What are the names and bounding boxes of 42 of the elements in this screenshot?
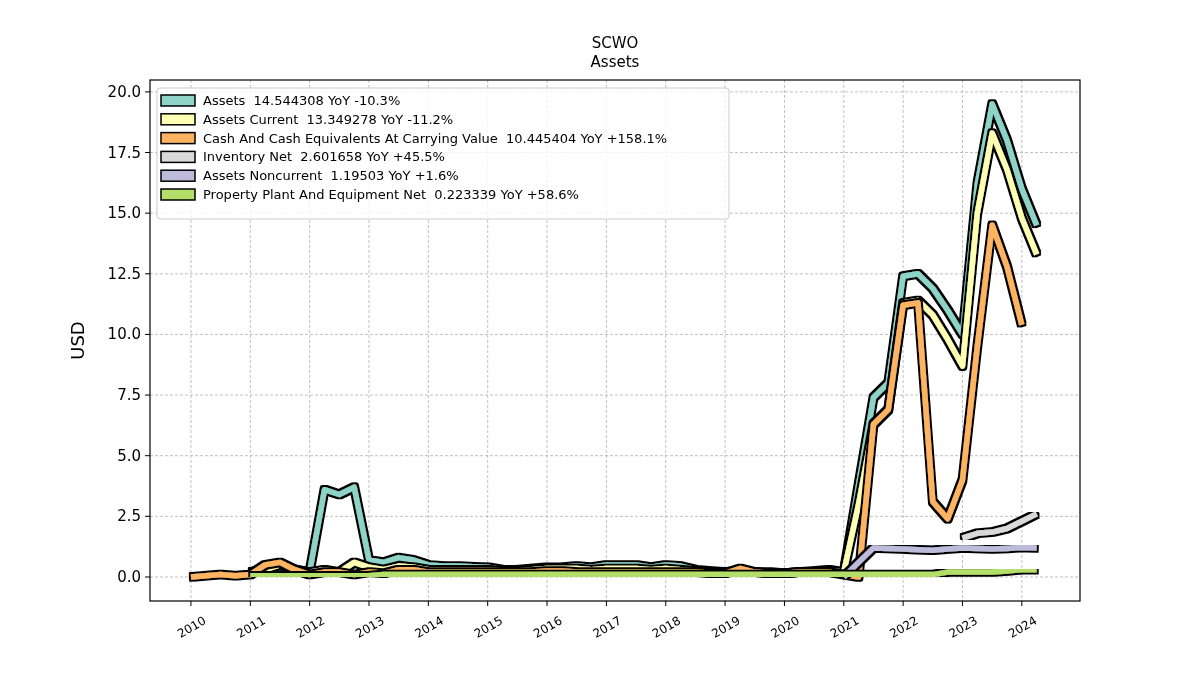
tick-mark xyxy=(144,333,151,335)
y-tick-label: 10.0 xyxy=(107,325,141,344)
tick-mark xyxy=(144,576,151,578)
y-tick-label: 12.5 xyxy=(107,264,141,283)
tick-mark xyxy=(962,600,963,607)
legend-label: Cash And Cash Equivalents At Carrying Value 10.445404 YoY +158.1% xyxy=(203,130,668,146)
y-tick-label: 7.5 xyxy=(117,386,141,405)
tick-mark xyxy=(724,600,726,607)
tick-mark xyxy=(249,600,251,607)
tick-mark xyxy=(309,600,311,607)
y-tick-label: 20.0 xyxy=(107,82,141,101)
tick-mark xyxy=(144,515,151,517)
tick-mark xyxy=(605,600,607,607)
tick-mark xyxy=(1021,600,1023,607)
legend-label: Assets 14.544308 YoY -10.3% xyxy=(203,93,401,108)
chart-title: SCWO xyxy=(591,34,639,52)
y-tick-label: 2.5 xyxy=(117,507,141,526)
tick-mark xyxy=(783,600,785,607)
tick-mark xyxy=(144,455,151,457)
chart-title: Assets xyxy=(590,53,640,71)
y-tick-label: 17.5 xyxy=(107,143,141,162)
y-tick-label: 15.0 xyxy=(107,204,141,223)
tick-mark xyxy=(665,600,667,607)
legend-label: Assets Current 13.349278 YoY -11.2% xyxy=(203,111,454,127)
legend-label: Inventory Net 2.601658 YoY +45.5% xyxy=(203,149,445,165)
tick-mark xyxy=(843,600,845,607)
tick-mark xyxy=(144,273,151,275)
tick-mark xyxy=(144,152,151,153)
y-tick-label: 5.0 xyxy=(117,446,141,465)
legend-label: Assets Noncurrent 1.19503 YoY +1.6% xyxy=(203,168,459,184)
tick-mark xyxy=(546,600,548,607)
tick-mark xyxy=(902,600,904,607)
tick-mark xyxy=(427,600,429,607)
tick-mark xyxy=(368,600,370,607)
tick-mark xyxy=(144,394,151,396)
tick-mark xyxy=(144,212,151,214)
tick-mark xyxy=(487,600,489,607)
tick-mark xyxy=(190,600,192,607)
legend-label: Property Plant And Equipment Net 0.223339 YoY +58.6% xyxy=(203,187,579,202)
y-tick-label: 0.0 xyxy=(117,568,141,586)
tick-mark xyxy=(144,91,151,93)
y-axis-label: USD xyxy=(67,321,88,360)
